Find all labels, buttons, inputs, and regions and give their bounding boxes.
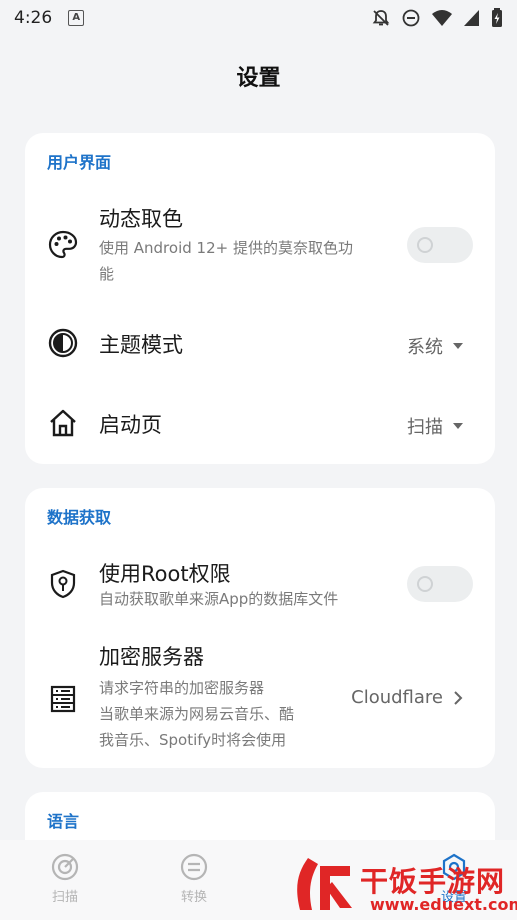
root-permission-row[interactable]: 使用Root权限 自动获取歌单来源App的数据库文件 [25, 548, 495, 618]
encrypt-server-value-text: Cloudflare [351, 687, 443, 708]
do-not-disturb-icon [402, 9, 420, 27]
wifi-icon [432, 10, 452, 26]
chevron-right-icon [454, 690, 463, 705]
start-page-value: 扫描 [407, 417, 443, 438]
scan-icon [51, 853, 79, 881]
section-title-user-interface: 用户界面 [47, 153, 112, 172]
signal-icon [464, 10, 479, 26]
watermark-logo: 干饭手游网 www.eduext.com [290, 850, 517, 920]
dropdown-arrow-icon [453, 343, 463, 349]
theme-mode-title: 主题模式 [99, 333, 183, 357]
status-right [371, 8, 503, 28]
dynamic-color-title: 动态取色 [99, 207, 183, 231]
status-time: 4:26 [14, 8, 53, 28]
section-title-data-fetch: 数据获取 [47, 508, 112, 527]
root-subtitle: 自动获取歌单来源App的数据库文件 [99, 590, 339, 608]
theme-mode-value: 系统 [407, 337, 443, 358]
watermark-emblem-icon [297, 858, 352, 910]
nav-convert[interactable]: 转换 [159, 852, 229, 905]
encrypt-server-subtitle-1: 请求字符串的加密服务器 [99, 679, 265, 697]
contrast-icon [48, 328, 78, 358]
watermark-url: www.eduext.com [370, 895, 517, 914]
notifications-off-icon [372, 10, 390, 26]
page-title: 设置 [236, 66, 281, 91]
start-page-dropdown[interactable]: 扫描 [407, 413, 463, 439]
toggle-knob [417, 237, 433, 253]
palette-icon [48, 230, 78, 259]
root-title: 使用Root权限 [99, 562, 231, 586]
battery-charging-icon [492, 8, 502, 27]
dynamic-color-subtitle-2: 能 [99, 265, 115, 283]
home-icon [50, 409, 76, 437]
status-bar: 4:26 A [0, 0, 517, 36]
start-page-row[interactable]: 启动页 扫描 [25, 393, 495, 453]
theme-mode-row[interactable]: 主题模式 系统 [25, 313, 495, 373]
notification-a-icon: A [68, 10, 85, 26]
section-title-language: 语言 [47, 812, 80, 831]
watermark-text: 干饭手游网 [360, 865, 506, 898]
encrypt-server-value[interactable]: Cloudflare [351, 687, 463, 708]
user-interface-card: 用户界面 动态取色 使用 Android 12+ 提供的莫奈取色功 能 主题模式… [25, 133, 495, 464]
root-toggle[interactable] [407, 566, 473, 602]
server-icon [50, 685, 76, 713]
dynamic-color-row[interactable]: 动态取色 使用 Android 12+ 提供的莫奈取色功 能 [25, 193, 495, 293]
data-fetch-card: 数据获取 使用Root权限 自动获取歌单来源App的数据库文件 加密服务器 请求… [25, 488, 495, 768]
encrypt-server-subtitle-3: 我音乐、Spotify时将会使用 [99, 731, 287, 749]
status-left: 4:26 A [14, 8, 85, 28]
convert-icon [180, 853, 208, 881]
encrypt-server-subtitle-2: 当歌单来源为网易云音乐、酷 [99, 705, 295, 723]
toggle-knob [417, 576, 433, 592]
nav-scan-label: 扫描 [51, 890, 78, 905]
dropdown-arrow-icon [453, 423, 463, 429]
nav-scan[interactable]: 扫描 [30, 852, 100, 905]
nav-convert-label: 转换 [180, 890, 207, 905]
theme-mode-dropdown[interactable]: 系统 [407, 333, 463, 359]
encrypt-server-title: 加密服务器 [99, 645, 204, 669]
dynamic-color-subtitle-1: 使用 Android 12+ 提供的莫奈取色功 [99, 239, 353, 257]
dynamic-color-toggle[interactable] [407, 227, 473, 263]
shield-key-icon [50, 569, 76, 599]
encrypt-server-row[interactable]: 加密服务器 请求字符串的加密服务器 当歌单来源为网易云音乐、酷 我音乐、Spot… [25, 633, 495, 758]
start-page-title: 启动页 [99, 413, 162, 437]
